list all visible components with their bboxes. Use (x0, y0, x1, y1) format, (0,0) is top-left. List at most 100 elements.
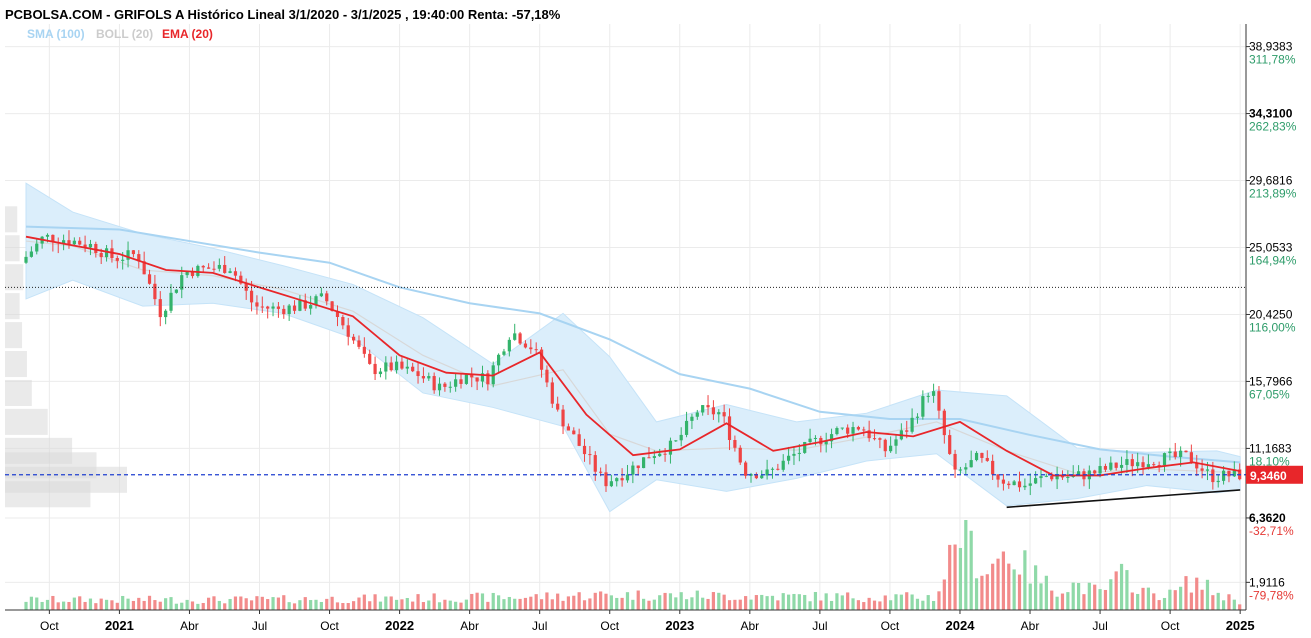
volume-bar (1195, 577, 1199, 610)
volume-bar (572, 595, 576, 610)
volume-bar (421, 602, 426, 610)
candle-body (174, 289, 178, 293)
candle-body (421, 376, 426, 379)
volume-bar (991, 563, 995, 610)
candle-body (99, 252, 103, 258)
candle-body (1152, 464, 1156, 466)
candle-body (378, 371, 383, 375)
candle-body (953, 453, 957, 470)
volume-bar (201, 602, 205, 610)
volume-bar (910, 594, 914, 610)
volume-bar (1017, 574, 1022, 610)
volume-bar (1227, 594, 1231, 610)
candle-body (212, 268, 216, 270)
volume-bar (652, 599, 656, 610)
y-tick-label-percent: -79,78% (1249, 588, 1294, 602)
y-tick-label-percent: 213,89% (1249, 187, 1297, 201)
candle-body (448, 386, 452, 388)
candle-body (276, 306, 281, 309)
volume-bar (1007, 563, 1011, 610)
candle-body (373, 363, 377, 375)
volume-bar (454, 601, 458, 610)
volume-bar (126, 598, 130, 610)
candle-body (641, 457, 646, 469)
candle-body (1211, 469, 1215, 483)
candle-body (309, 305, 313, 309)
volume-bar (749, 599, 753, 610)
volume-bar (588, 598, 592, 610)
volume-bar (153, 600, 157, 610)
volume-bar (244, 598, 248, 610)
candle-body (550, 382, 554, 404)
candle-body (1028, 483, 1032, 486)
candle-body (792, 453, 796, 456)
candle-body (1039, 476, 1043, 479)
volume-profile-bar (5, 481, 91, 508)
volume-bar (582, 600, 587, 610)
volume-bar (1179, 586, 1183, 610)
volume-bar (1119, 563, 1124, 610)
candle-body (1017, 481, 1022, 488)
candle-body (24, 256, 28, 263)
volume-bar (330, 596, 334, 610)
volume-bar (40, 601, 44, 610)
legend-sma[interactable]: SMA (100) (27, 27, 85, 41)
volume-bar (829, 600, 834, 610)
candle-body (427, 376, 431, 379)
volume-bar (362, 594, 366, 610)
volume-bar (738, 599, 742, 610)
candle-body (1044, 475, 1048, 477)
candle-body (572, 430, 576, 435)
legend-boll[interactable]: BOLL (20) (96, 27, 153, 41)
volume-bar (953, 544, 957, 610)
candle-body (577, 434, 581, 446)
candle-body (325, 293, 329, 302)
candle-body (475, 377, 479, 382)
candle-body (958, 469, 963, 471)
candle-body (985, 457, 989, 461)
y-tick-label-percent: 311,78% (1249, 53, 1296, 67)
candle-body (615, 478, 619, 482)
volume-bar (1125, 570, 1129, 610)
candle-body (921, 396, 925, 417)
volume-bar (1232, 599, 1236, 610)
candle-body (711, 407, 716, 415)
candle-body (1114, 462, 1118, 468)
volume-bar (319, 601, 323, 610)
x-tick-label: Abr (740, 619, 759, 633)
candle-body (164, 310, 168, 318)
legend-ema[interactable]: EMA (20) (162, 27, 213, 41)
candle-body (1023, 485, 1027, 488)
candle-body (668, 440, 673, 455)
volume-bar (701, 597, 705, 610)
volume-bar (695, 590, 699, 610)
volume-bar (486, 601, 490, 610)
volume-bars (24, 520, 1242, 610)
x-tick-label: Jul (812, 619, 827, 633)
volume-bar (593, 592, 597, 610)
candle-body (298, 300, 302, 311)
volume-bar (792, 593, 796, 610)
candle-body (292, 305, 297, 311)
candle-body (459, 379, 463, 384)
volume-bar (1130, 592, 1134, 610)
candle-body (158, 299, 162, 318)
candle-body (658, 453, 662, 457)
volume-bar (663, 592, 667, 610)
candle-body (45, 234, 50, 237)
volume-bar (1001, 551, 1006, 610)
volume-bar (690, 597, 694, 610)
x-tick-label: Jul (532, 619, 547, 633)
x-tick-label: Jul (1092, 619, 1107, 633)
candle-body (625, 474, 630, 481)
volume-bar (786, 594, 791, 610)
candle-body (217, 264, 221, 269)
volume-bar (926, 595, 930, 610)
candle-body (894, 439, 898, 446)
candle-body (534, 349, 538, 351)
candle-body (1130, 459, 1134, 467)
volume-bar (625, 592, 630, 610)
volume-bar (475, 592, 479, 610)
candle-body (883, 439, 887, 452)
x-tick-label: Jul (252, 619, 267, 633)
